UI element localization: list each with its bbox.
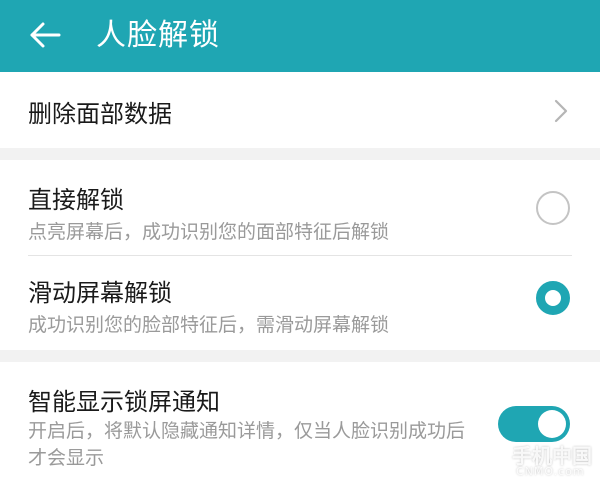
direct-unlock-option[interactable]: 直接解锁 点亮屏幕后，成功识别您的面部特征后解锁	[0, 160, 600, 256]
chevron-right-icon	[554, 99, 568, 123]
notification-title: 智能显示锁屏通知	[28, 388, 220, 416]
face-data-section: 删除面部数据	[0, 72, 600, 148]
unlock-mode-section: 直接解锁 点亮屏幕后，成功识别您的面部特征后解锁 滑动屏幕解锁 成功识别您的脸部…	[0, 160, 600, 350]
back-button[interactable]	[22, 12, 68, 58]
arrow-left-icon	[30, 22, 61, 48]
face-unlock-screen: 人脸解锁 删除面部数据 直接解锁 点亮屏幕后，成功识别您的面部特征后解锁 滑动屏…	[0, 0, 600, 488]
cnmo-logo-icon	[491, 444, 509, 476]
option-description: 点亮屏幕后，成功识别您的面部特征后解锁	[28, 221, 390, 243]
delete-face-data-item[interactable]: 删除面部数据	[0, 72, 600, 148]
delete-face-data-label: 删除面部数据	[28, 100, 172, 128]
toggle-knob	[538, 410, 566, 438]
swipe-unlock-option[interactable]: 滑动屏幕解锁 成功识别您的脸部特征后，需滑动屏幕解锁	[0, 255, 600, 350]
option-title: 滑动屏幕解锁	[28, 279, 172, 307]
swipe-unlock-radio[interactable]	[536, 281, 570, 315]
page-title: 人脸解锁	[96, 18, 220, 53]
watermark: 手机中国 CNMO.com	[486, 440, 596, 484]
app-bar: 人脸解锁	[0, 0, 600, 72]
watermark-subtext: CNMO.com	[516, 465, 585, 478]
option-description: 成功识别您的脸部特征后，需滑动屏幕解锁	[28, 314, 390, 336]
notification-toggle[interactable]	[498, 406, 570, 442]
notification-description: 开启后，将默认隐藏通知详情，仅当人脸识别成功后才会显示	[28, 420, 466, 469]
option-title: 直接解锁	[28, 186, 124, 214]
direct-unlock-radio[interactable]	[536, 191, 570, 225]
